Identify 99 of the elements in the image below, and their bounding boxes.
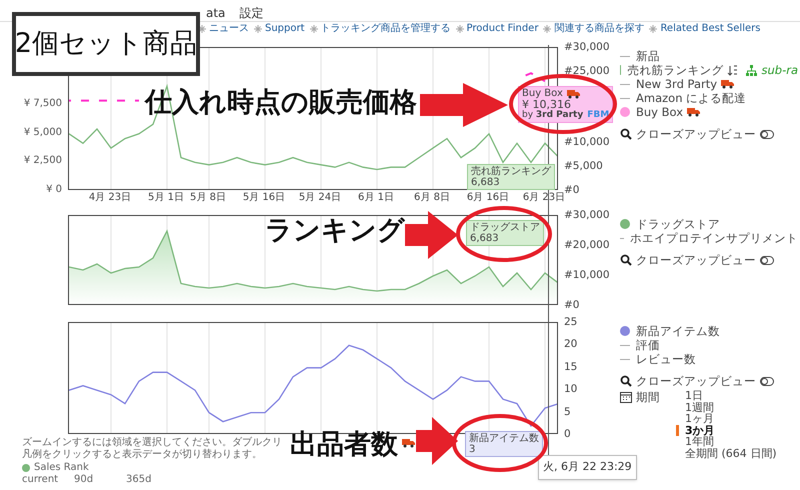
axis-label: 6月 1日 (358, 192, 394, 204)
sparkle-icon (456, 25, 464, 33)
nav-tab[interactable]: ata (206, 6, 226, 20)
arrow-icon (416, 417, 458, 465)
axis-label: #0 (564, 184, 580, 196)
tooltip-title: 売れ筋ランキング (471, 166, 551, 177)
annotation-text: ランキング (265, 214, 405, 248)
column-header: 90d (74, 474, 94, 486)
legend-line (620, 358, 630, 360)
axis-label: 6月 16日 (466, 192, 510, 204)
sparkle-icon (310, 25, 318, 33)
tooltip-title: 新品アイテム数 (469, 433, 539, 444)
hint-text: 凡例をクリックすると表示データが切り替わります。 (22, 449, 263, 461)
search-icon (620, 254, 632, 266)
legend-label[interactable]: 評価 (636, 338, 660, 352)
axis-label: #0 (564, 299, 580, 311)
axis-label: 25 (564, 316, 578, 328)
sort-icon[interactable] (727, 64, 738, 76)
sales-rank-label: Sales Rank (34, 462, 89, 474)
axis-label: 5月 16日 (242, 192, 286, 204)
axis-label: ¥ 0 (46, 184, 62, 196)
legend-label[interactable]: クローズアップビュー (636, 374, 756, 388)
axis-label: #10,000 (564, 136, 610, 148)
period-label: 期間 (636, 390, 661, 406)
chart-plot[interactable] (68, 215, 558, 305)
axis-label: #30,000 (564, 209, 610, 221)
calendar-icon (620, 391, 632, 403)
axis-label: 15 (564, 360, 578, 373)
period-option[interactable]: 1週間 (676, 402, 777, 413)
fbm-label: FBM (587, 110, 610, 121)
legend-label[interactable]: 新品アイテム数 (636, 324, 720, 338)
column-header: current (22, 474, 60, 486)
nav-link[interactable]: ニュース (209, 22, 249, 36)
legend-label[interactable]: 売れ筋ランキング (627, 63, 724, 77)
tooltip-value: 6,683 (470, 233, 500, 244)
axis-label: 6月 8日 (414, 192, 450, 204)
period-option[interactable]: 1日 (676, 390, 777, 402)
legend-label[interactable]: レビュー数 (636, 352, 696, 366)
sparkle-icon (649, 25, 658, 33)
axis-label: 5月 8日 (190, 192, 226, 204)
annotation-text: 出品者数 (290, 428, 398, 462)
sparkle-icon (198, 25, 206, 33)
sparkle-icon (543, 25, 552, 33)
subcategory-link[interactable]: sub-ra (761, 63, 798, 77)
legend-label[interactable]: Buy Box (636, 105, 684, 119)
axis-label: 20 (564, 338, 578, 350)
axis-label: 0 (564, 428, 571, 440)
legend-label[interactable]: New 3rd Party (636, 77, 718, 91)
hierarchy-icon[interactable] (746, 64, 758, 76)
legend-label[interactable]: ドラッグストア (636, 217, 720, 231)
axis-label: #25,000 (564, 64, 610, 77)
arrow-icon (405, 211, 458, 259)
legend-label[interactable]: クローズアップビュー (636, 253, 756, 267)
axis-label: 5月 24日 (298, 192, 342, 204)
axis-label: ¥ 7,500 (24, 98, 62, 110)
truck-icon (402, 438, 415, 448)
axis-label: #20,000 (564, 239, 610, 251)
truck-icon (566, 88, 580, 98)
nav-link[interactable]: Product Finder (466, 22, 538, 36)
axis-label: 5月 1日 (148, 192, 184, 204)
tooltip-title: Buy Box (522, 88, 563, 99)
period-option[interactable]: 全期間 (664 日間) (676, 448, 777, 459)
nav-link[interactable]: Support (265, 22, 305, 36)
toggle-icon[interactable] (760, 256, 774, 264)
period-option[interactable]: 1年間 (676, 436, 777, 448)
axis-label: #30,000 (564, 41, 610, 53)
arrow-icon (420, 83, 508, 127)
axis-label: #10,000 (564, 269, 610, 281)
search-icon (620, 128, 632, 140)
period-option[interactable]: 1ヶ月 (676, 413, 777, 424)
search-icon (620, 375, 632, 387)
nav-tab[interactable]: 設定 (239, 6, 264, 20)
axis-label: ¥ 2,500 (24, 155, 62, 168)
tooltip-value: ¥ 10,316 (522, 99, 571, 110)
axis-label: ¥ 5,000 (24, 126, 62, 139)
toggle-icon[interactable] (760, 130, 774, 138)
nav-link[interactable]: トラッキング商品を管理する (320, 22, 451, 36)
legend-label[interactable]: クローズアップビュー (636, 127, 756, 141)
tooltip-value: 3 (469, 444, 476, 455)
column-header: 365d (126, 474, 152, 486)
annotation-label: 2個セット商品 (12, 12, 200, 76)
legend-label[interactable]: ホエイプロテインサプリメント (630, 231, 798, 245)
nav-link[interactable]: Related Best Sellers (660, 22, 760, 36)
axis-label: 5 (564, 406, 571, 418)
legend-label[interactable]: Amazon による配達 (636, 91, 746, 105)
toggle-icon[interactable] (760, 376, 774, 386)
axis-label: 10 (564, 383, 578, 396)
time-tooltip: 火, 6月 22 23:29 (538, 455, 637, 480)
seller-text: by 3rd Party (522, 110, 584, 121)
axis-label: 4月 23日 (88, 192, 132, 204)
tooltip-title: ドラッグストア (470, 222, 540, 233)
axis-label: #5,000 (564, 160, 603, 172)
period-option[interactable]: 3か月 (676, 424, 777, 436)
legend-label[interactable]: 新品 (636, 49, 660, 63)
tooltip-value: 6,683 (471, 177, 501, 188)
sparkle-icon (254, 25, 262, 33)
nav-link[interactable]: 関連する商品を探す (554, 22, 644, 36)
legend-line (620, 344, 630, 346)
hint-text: ズームインするには領域を選択してください。ダブルクリ (22, 437, 282, 448)
